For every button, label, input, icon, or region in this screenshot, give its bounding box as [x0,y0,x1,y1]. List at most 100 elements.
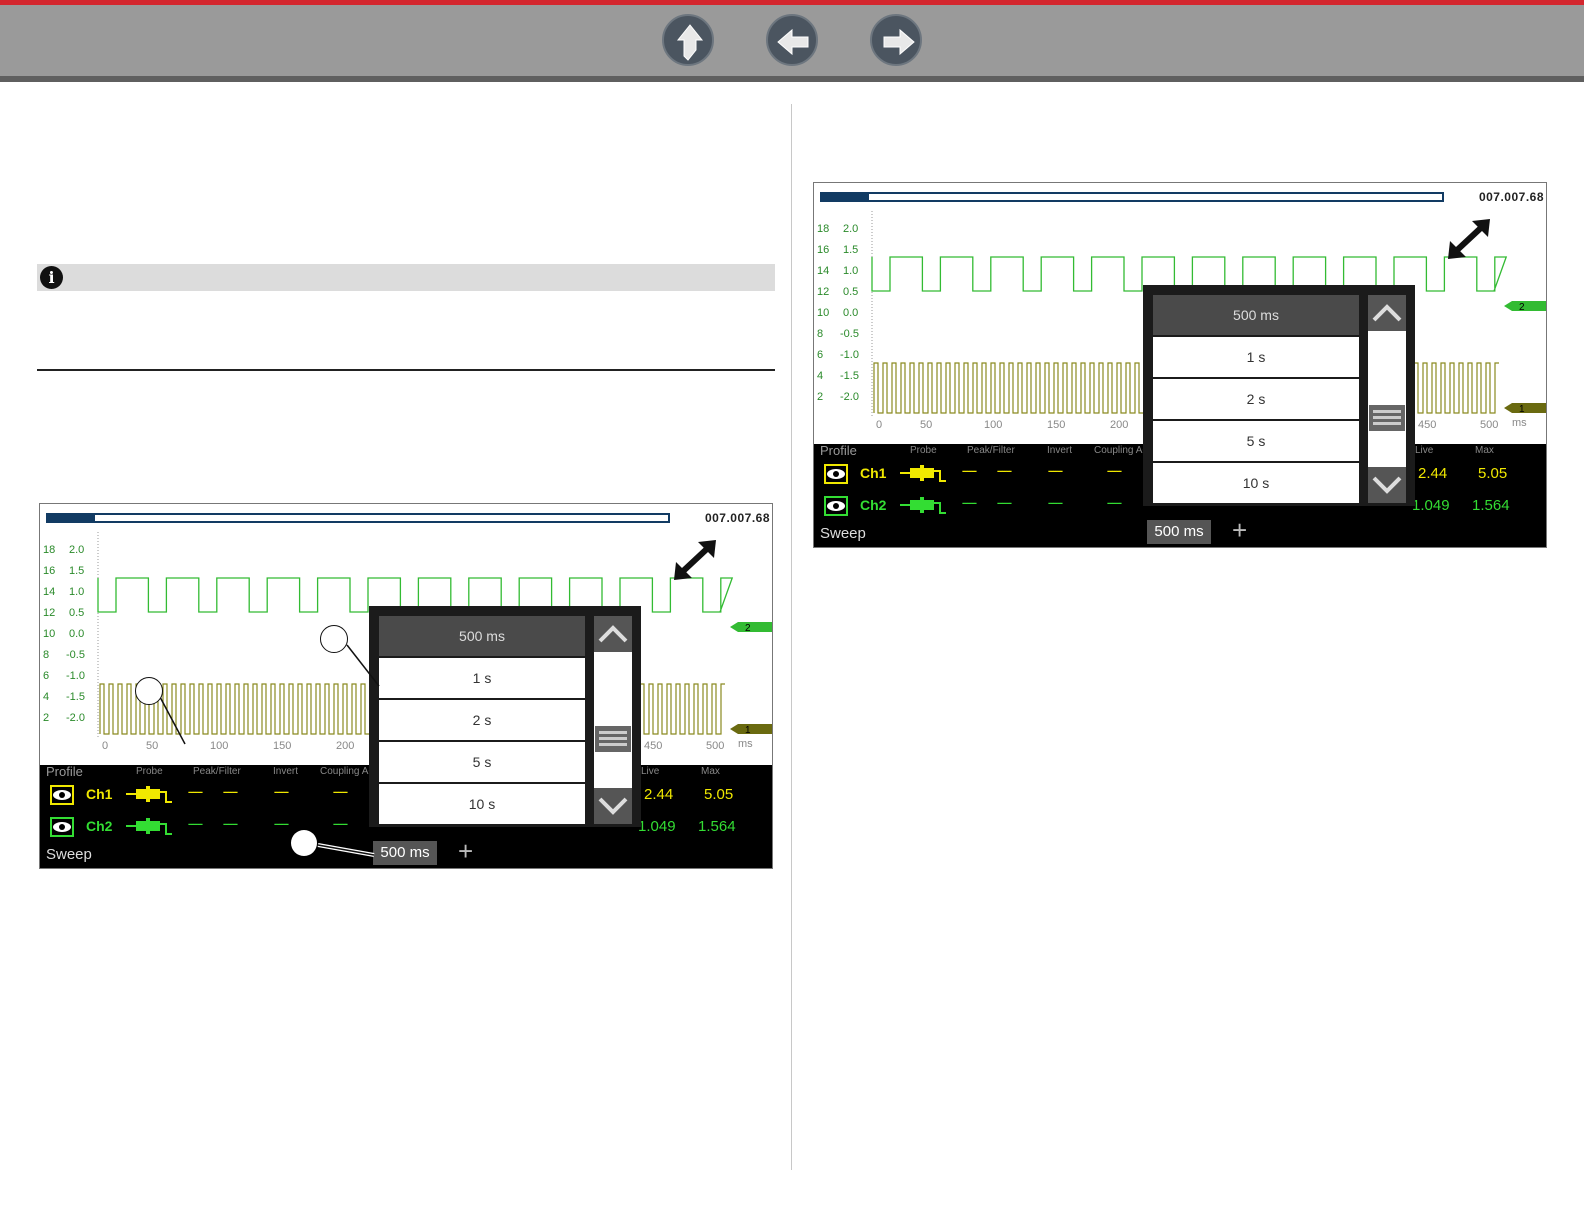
y-axis-label-left: 2 [817,391,824,403]
scope-screenshot-right: 007.007.68 2 1 18 2.0 16 1.5 14 1.0 12 0.5 10 0.0 8… [813,182,1547,548]
back-button[interactable] [766,14,818,66]
header-max: Max [701,766,720,777]
scrollbar-thumb[interactable] [595,726,631,752]
forward-button[interactable] [870,14,922,66]
scroll-up-button[interactable] [594,616,632,652]
x-axis-tick-label: 450 [644,740,663,752]
scope-progress-bar [46,513,670,523]
channel-marker-ch1[interactable]: 1 [730,724,773,736]
scroll-up-button[interactable] [1368,295,1406,331]
dropdown-option-selected[interactable]: 500 ms [1153,295,1359,335]
sweep-dropdown: 500 ms 1 s 2 s 5 s 10 s [1143,285,1415,506]
dropdown-option[interactable]: 10 s [1153,463,1359,503]
x-axis-tick-label: 150 [273,740,292,752]
y-axis-label-right: 1.0 [69,586,85,598]
sweep-dropdown: 500 ms 1 s 2 s 5 s 10 s [369,606,641,827]
eye-icon[interactable] [824,496,848,516]
callout-circle-dropdown [320,625,348,653]
y-axis-label-right: 1.5 [843,244,859,256]
plus-icon[interactable]: + [1232,517,1247,543]
channel-marker-ch2[interactable]: 2 [1504,301,1547,313]
x-axis-tick-label: 0 [102,740,109,752]
y-axis-label-right: -1.5 [66,691,85,703]
y-axis-label-right: 0.5 [69,607,85,619]
dropdown-option[interactable]: 1 s [379,658,585,698]
eye-icon[interactable] [50,817,74,837]
header-coupling: Coupling AC [320,766,376,777]
filter-value: ------ [997,466,1012,477]
channel-marker-label: 1 [745,725,751,736]
dropdown-option[interactable]: 2 s [379,700,585,740]
dropdown-option[interactable]: 5 s [379,742,585,782]
channel-marker-label: 2 [1519,302,1525,313]
home-button[interactable] [662,14,714,66]
x-axis-tick-label: 150 [1047,419,1066,431]
top-red-stripe [0,0,1584,5]
sweep-value-button[interactable]: 500 ms [1147,520,1211,544]
x-axis-tick-label: 200 [1110,419,1129,431]
scrollbar-thumb[interactable] [1369,405,1405,431]
scroll-down-button[interactable] [594,788,632,824]
dropdown-option[interactable]: 10 s [379,784,585,824]
channel-label: Ch2 [86,818,113,834]
y-axis-label-right: -1.5 [840,370,859,382]
y-axis-label-right: 1.0 [843,265,859,277]
coupling-value: ------ [1107,498,1122,509]
scope-version: 007.007.68 [1478,190,1544,204]
header-probe: Probe [910,445,937,456]
max-value: 1.564 [1472,497,1510,514]
expand-icon[interactable] [672,538,718,582]
header-peak-filter: Peak/Filter [967,445,1015,456]
y-axis-label-right: -2.0 [66,712,85,724]
y-axis-label-right: -0.5 [66,649,85,661]
info-icon: i [40,266,63,289]
y-axis-label-right: -1.0 [66,670,85,682]
coupling-value: ------ [333,787,348,798]
eye-icon[interactable] [824,464,848,484]
y-axis-label-left: 8 [817,328,824,340]
y-axis-label-left: 10 [817,307,830,319]
y-axis-label-left: 18 [817,223,830,235]
scope-progress-fill [48,515,95,521]
sweep-label: Sweep [46,846,92,863]
y-axis-label-right: -1.0 [840,349,859,361]
y-axis-label-left: 4 [43,691,50,703]
x-axis-tick-label: 0 [876,419,883,431]
live-value: 2.44 [644,786,674,803]
expand-icon[interactable] [1446,217,1492,261]
peak-value: ------ [962,498,977,509]
dropdown-option[interactable]: 5 s [1153,421,1359,461]
sweep-value-button[interactable]: 500 ms [373,841,437,865]
channel-marker-ch1[interactable]: 1 [1504,403,1547,415]
x-axis-unit: ms [1512,417,1527,429]
probe-icon[interactable] [126,816,174,838]
peak-value: ------ [188,787,203,798]
live-value: 1.049 [1412,497,1450,514]
channel-marker-label: 1 [1519,404,1525,415]
y-axis-label-left: 10 [43,628,56,640]
channel-marker-ch2[interactable]: 2 [730,622,773,634]
plus-icon[interactable]: + [458,838,473,864]
scroll-down-button[interactable] [1368,467,1406,503]
chevron-up-icon [1372,304,1402,322]
y-axis-label-right: -2.0 [840,391,859,403]
y-axis-label-right: 0.0 [69,628,85,640]
probe-icon[interactable] [900,495,948,517]
y-axis-label-left: 2 [43,712,50,724]
channel-label: Ch2 [860,497,887,513]
eye-icon[interactable] [50,785,74,805]
header-profile: Profile [46,764,83,779]
callout-circle-sweep [291,830,317,856]
x-axis-tick-label: 500 [1480,419,1499,431]
header-peak-filter: Peak/Filter [193,766,241,777]
dropdown-option[interactable]: 1 s [1153,337,1359,377]
probe-icon[interactable] [900,463,948,485]
sweep-label: Sweep [820,525,866,542]
column-divider [791,104,792,1170]
invert-value: ------ [274,787,289,798]
probe-icon[interactable] [126,784,174,806]
y-axis-label-right: 2.0 [843,223,859,235]
invert-value: ------ [274,819,289,830]
dropdown-option-selected[interactable]: 500 ms [379,616,585,656]
dropdown-option[interactable]: 2 s [1153,379,1359,419]
